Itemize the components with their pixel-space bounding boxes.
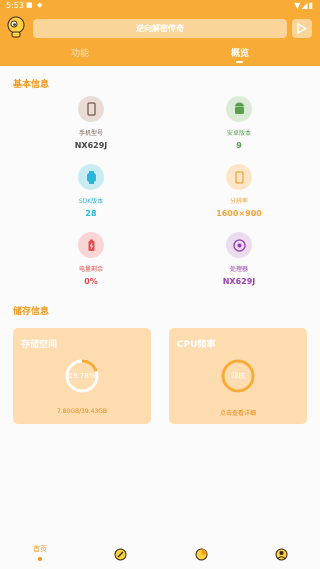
info-label: 手机型号 — [78, 130, 103, 137]
storage-usage: 7.80GB/39.43GB — [56, 408, 108, 415]
tab-overview[interactable]: 概览 — [231, 46, 249, 59]
cpu-card[interactable]: CPU频率 四核 点击查看详细 — [169, 328, 307, 424]
info-item-3: 分辨率 1600×900 — [199, 164, 279, 218]
info-value: 28 — [85, 209, 97, 218]
cpu-icon — [226, 232, 252, 258]
top-app-bar: 5:53 ■ ◆ ▼◢▮ 逆向解密传奇 功能 概览 — [0, 0, 320, 66]
stats-icon[interactable] — [195, 548, 208, 561]
cpu-card-title: CPU频率 — [177, 340, 216, 350]
status-indicators: ▼◢▮ — [294, 1, 314, 10]
tab-indicator — [236, 61, 243, 63]
search-bar[interactable]: 逆向解密传奇 — [33, 19, 287, 38]
info-label: 分辨率 — [229, 198, 248, 205]
nav-item-home[interactable]: 首页 — [28, 544, 52, 561]
profile-icon[interactable] — [275, 548, 288, 561]
screen-icon — [226, 164, 252, 190]
storage-info-title: 储存信息 — [13, 307, 50, 317]
sdk-icon — [78, 164, 104, 190]
info-value: 9 — [236, 141, 242, 150]
basic-info-title: 基本信息 — [13, 80, 50, 90]
cpu-detail-link[interactable]: 点击查看详细 — [169, 408, 307, 417]
android-icon — [226, 96, 252, 122]
app-logo-icon — [7, 16, 25, 38]
phone-icon — [78, 96, 104, 122]
info-item-5: 处理器 NX629J — [199, 232, 279, 286]
tools-icon[interactable] — [114, 548, 127, 561]
info-item-4: 电量剩余 0% — [51, 232, 131, 286]
info-value: 0% — [84, 277, 98, 286]
info-label: 安卓版本 — [226, 130, 251, 137]
info-value: 1600×900 — [216, 209, 262, 218]
play-icon — [297, 23, 307, 34]
info-label: SDK版本 — [78, 198, 104, 205]
info-label: 电量剩余 — [78, 266, 103, 273]
nav-active-dot — [38, 557, 42, 561]
storage-percent: 19.78% — [68, 372, 96, 380]
tab-functions[interactable]: 功能 — [71, 46, 89, 59]
bottom-navigation: 首页 — [0, 538, 320, 569]
info-item-1: 安卓版本 9 — [199, 96, 279, 150]
status-bar: 5:53 ■ ◆ ▼◢▮ — [0, 0, 320, 12]
info-label: 处理器 — [229, 266, 248, 273]
storage-card[interactable]: 存储空间 19.78% 7.80GB/39.43GB — [13, 328, 151, 424]
play-button[interactable] — [292, 19, 312, 38]
info-value: NX629J — [74, 141, 108, 150]
cpu-cores: 四核 — [231, 372, 245, 380]
battery-icon — [78, 232, 104, 258]
info-item-2: SDK版本 28 — [51, 164, 131, 218]
info-value: NX629J — [222, 277, 256, 286]
app-notification-icon: ◆ — [37, 1, 43, 9]
storage-card-title: 存储空间 — [21, 340, 58, 350]
status-time: 5:53 — [6, 1, 24, 10]
info-item-0: 手机型号 NX629J — [51, 96, 131, 150]
nav-home-label: 首页 — [33, 545, 47, 553]
notification-icon: ■ — [26, 1, 33, 9]
